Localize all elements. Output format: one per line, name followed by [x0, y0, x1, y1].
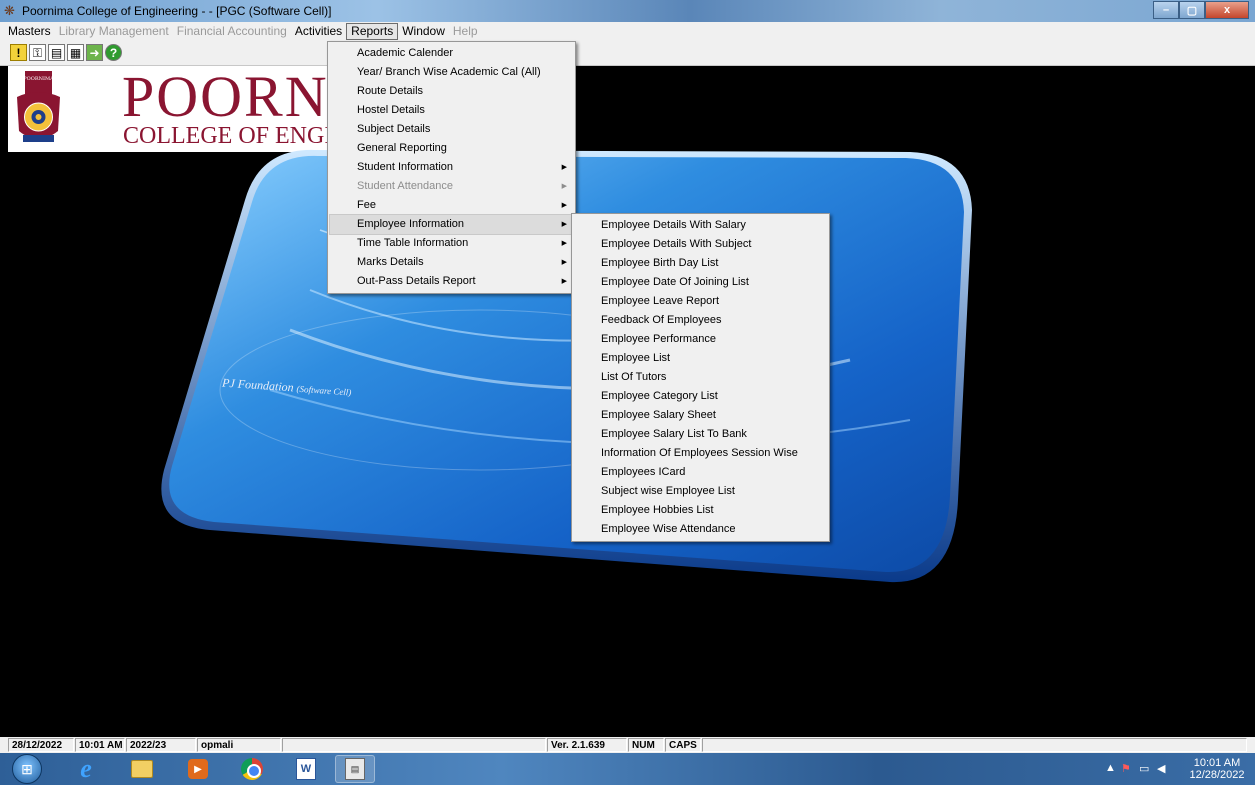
key-icon[interactable]: ⚿ [29, 44, 46, 61]
menu-item-student-attendance[interactable]: Student Attendance ▶ [330, 177, 573, 196]
clock-time: 10:01 AM [1193, 757, 1241, 769]
pgc-app-icon[interactable]: ▤ [335, 755, 375, 783]
submenu-arrow-icon: ▶ [561, 183, 567, 190]
internet-explorer-icon[interactable]: e [66, 754, 106, 783]
menu-item-employee-details-with-salary[interactable]: Employee Details With Salary [574, 216, 827, 235]
menu-item-employee-hobbies-list[interactable]: Employee Hobbies List [574, 501, 827, 520]
taskbar-clock[interactable]: 10:01 AM 12/28/2022 [1187, 757, 1247, 781]
menu-item-employee-information[interactable]: Employee Information ▶ [329, 214, 574, 235]
menu-item-fee[interactable]: Fee ▶ [330, 196, 573, 215]
menu-item-employee-leave-report[interactable]: Employee Leave Report [574, 292, 827, 311]
menu-item-general-reporting[interactable]: General Reporting [330, 139, 573, 158]
svg-text:POORNIMA: POORNIMA [23, 76, 54, 82]
menu-activities[interactable]: Activities [291, 23, 346, 40]
status-caps: CAPS [665, 738, 701, 752]
system-tray: ▲ ⚑ ▭ ◀ 10:01 AM 12/28/2022 [1085, 753, 1255, 785]
submenu-arrow-icon: ▶ [561, 240, 567, 247]
warning-icon[interactable]: ! [10, 44, 27, 61]
menu-item-time-table-information[interactable]: Time Table Information ▶ [330, 234, 573, 253]
submenu-arrow-icon: ▶ [561, 259, 567, 266]
menu-item-employee-wise-attendance[interactable]: Employee Wise Attendance [574, 520, 827, 539]
menu-item-employee-list[interactable]: Employee List [574, 349, 827, 368]
menu-item-feedback-of-employees[interactable]: Feedback Of Employees [574, 311, 827, 330]
menu-item-hostel-details[interactable]: Hostel Details [330, 101, 573, 120]
submenu-arrow-icon: ▶ [561, 164, 567, 171]
status-date: 28/12/2022 [8, 738, 74, 752]
status-blank-panel [282, 738, 546, 752]
status-time: 10:01 AM [75, 738, 125, 752]
status-version: Ver. 2.1.639 [547, 738, 627, 752]
menu-item-subject-details[interactable]: Subject Details [330, 120, 573, 139]
menu-help[interactable]: Help [449, 23, 482, 40]
menu-item-employee-performance[interactable]: Employee Performance [574, 330, 827, 349]
menu-item-employees-icard[interactable]: Employees ICard [574, 463, 827, 482]
chrome-icon[interactable] [232, 755, 272, 783]
menu-item-employee-birth-day-list[interactable]: Employee Birth Day List [574, 254, 827, 273]
status-bar: 28/12/2022 10:01 AM 2022/23 opmali Ver. … [0, 737, 1255, 753]
minimize-button[interactable]: – [1153, 1, 1179, 19]
form-icon[interactable]: ▤ [48, 44, 65, 61]
college-crest-icon: POORNIMA [17, 71, 60, 142]
menu-item-year-branch-academic-cal[interactable]: Year/ Branch Wise Academic Cal (All) [330, 63, 573, 82]
status-user: opmali [197, 738, 281, 752]
network-icon[interactable]: ▭ [1139, 762, 1149, 775]
menu-item-marks-details[interactable]: Marks Details ▶ [330, 253, 573, 272]
toolbar: ! ⚿ ▤ ▦ ➜ ? [0, 41, 1255, 66]
calculator-icon[interactable]: ▦ [67, 44, 84, 61]
word-icon[interactable]: W [286, 755, 326, 783]
submenu-arrow-icon: ▶ [561, 221, 567, 228]
menu-item-employee-date-of-joining-list[interactable]: Employee Date Of Joining List [574, 273, 827, 292]
status-num: NUM [628, 738, 664, 752]
action-center-flag-icon[interactable]: ⚑ [1121, 762, 1131, 775]
logo-title: POORNI [122, 66, 332, 129]
start-button[interactable]: ⊞ [12, 754, 42, 784]
status-remaining-panel [702, 738, 1247, 752]
menu-item-academic-calender[interactable]: Academic Calender [330, 44, 573, 63]
taskbar: ⊞ e ▶ W ▤ ▲ ⚑ ▭ ◀ 10:01 AM 12/28/2022 [0, 753, 1255, 785]
submenu-arrow-icon: ▶ [561, 278, 567, 285]
submenu-arrow-icon: ▶ [561, 202, 567, 209]
media-player-icon[interactable]: ▶ [178, 755, 218, 783]
menu-item-employee-salary-list-to-bank[interactable]: Employee Salary List To Bank [574, 425, 827, 444]
exit-icon[interactable]: ➜ [86, 44, 103, 61]
menu-item-employee-salary-sheet[interactable]: Employee Salary Sheet [574, 406, 827, 425]
window-title: Poornima College of Engineering - - [PGC… [22, 4, 332, 18]
status-session: 2022/23 [126, 738, 196, 752]
close-button[interactable]: x [1205, 1, 1249, 19]
menu-item-information-of-employees-session-wise[interactable]: Information Of Employees Session Wise [574, 444, 827, 463]
menu-bar: Masters Library Management Financial Acc… [0, 22, 1255, 41]
menu-masters[interactable]: Masters [4, 23, 55, 40]
menu-item-out-pass-details-report[interactable]: Out-Pass Details Report ▶ [330, 272, 573, 291]
help-icon[interactable]: ? [105, 44, 122, 61]
menu-library-management[interactable]: Library Management [55, 23, 173, 40]
volume-icon[interactable]: ◀ [1157, 762, 1165, 775]
menu-item-subject-wise-employee-list[interactable]: Subject wise Employee List [574, 482, 827, 501]
app-icon: ❋ [4, 3, 15, 18]
maximize-button[interactable]: ▢ [1179, 1, 1205, 19]
window-controls: – ▢ x [1153, 1, 1249, 19]
menu-financial-accounting[interactable]: Financial Accounting [173, 23, 291, 40]
menu-item-list-of-tutors[interactable]: List Of Tutors [574, 368, 827, 387]
title-bar: ❋ Poornima College of Engineering - - [P… [0, 0, 1255, 22]
menu-window[interactable]: Window [398, 23, 449, 40]
file-explorer-icon[interactable] [122, 755, 162, 783]
menu-reports[interactable]: Reports [346, 23, 399, 40]
show-hidden-icons-icon[interactable]: ▲ [1105, 762, 1116, 774]
menu-item-student-information[interactable]: Student Information ▶ [330, 158, 573, 177]
windows-logo-icon: ⊞ [21, 760, 33, 777]
menu-item-employee-details-with-subject[interactable]: Employee Details With Subject [574, 235, 827, 254]
menu-item-route-details[interactable]: Route Details [330, 82, 573, 101]
employee-information-submenu: Employee Details With Salary Employee De… [571, 213, 830, 542]
menu-item-employee-category-list[interactable]: Employee Category List [574, 387, 827, 406]
clock-date: 12/28/2022 [1189, 769, 1245, 781]
reports-dropdown-menu: Academic Calender Year/ Branch Wise Acad… [327, 41, 576, 294]
